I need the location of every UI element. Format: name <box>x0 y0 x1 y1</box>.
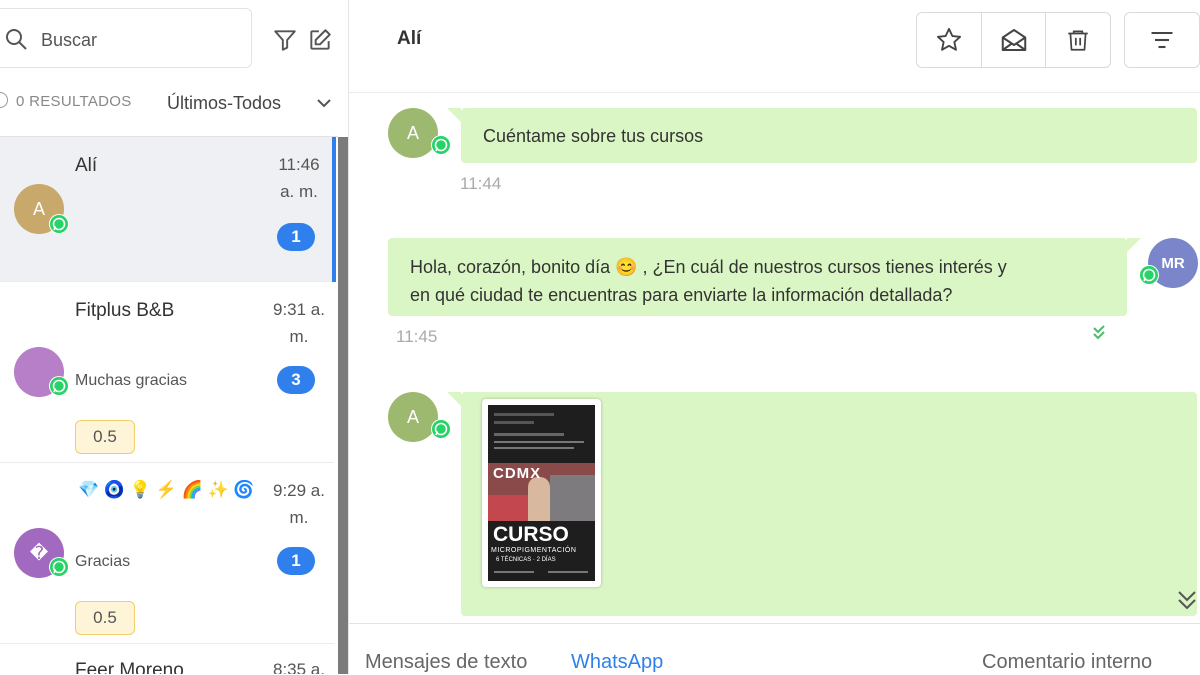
image-caption: 6 TÉCNICAS · 2 DÍAS <box>496 557 556 563</box>
select-all-checkbox[interactable] <box>0 92 8 108</box>
image-thumbnail: CDMX CURSO MICROPIGMENTACIÓN 6 TÉCNICAS … <box>488 405 595 581</box>
conversation-item[interactable]: Alí 11:46 a. m. A 1 <box>0 137 334 282</box>
conversation-time: 11:46 a. m. <box>268 151 330 205</box>
message-text: Cuéntame sobre tus cursos <box>483 126 704 146</box>
tab-internal-comment[interactable]: Comentario interno <box>982 651 1152 674</box>
bubble-tail <box>447 108 461 122</box>
time-line: 8:35 a. <box>273 660 325 674</box>
double-chevron-down-icon[interactable] <box>1176 588 1198 612</box>
message-bubble: CDMX CURSO MICROPIGMENTACIÓN 6 TÉCNICAS … <box>447 392 1197 616</box>
star-icon <box>936 27 961 51</box>
conversation-sidebar: Buscar 0 RESULTADOS Últimos-Todos Alí 11… <box>0 0 349 674</box>
contact-name: Alí <box>75 155 98 176</box>
avatar-letter: A <box>32 198 45 219</box>
bubble-tail <box>1127 238 1141 252</box>
star-button[interactable] <box>917 13 982 67</box>
tab-text-messages[interactable]: Mensajes de texto <box>365 651 527 674</box>
score-badge: 0.5 <box>75 601 135 635</box>
avatar-letter: MR <box>1161 254 1185 272</box>
search-input[interactable]: Buscar <box>41 30 97 51</box>
conversation-item[interactable]: Feer Moreno 8:35 a. <box>0 644 334 674</box>
score-badge: 0.5 <box>75 420 135 454</box>
avatar-letter: A <box>406 406 419 427</box>
whatsapp-icon <box>431 135 451 155</box>
message-line: en qué ciudad te encuentras para enviart… <box>410 285 953 305</box>
edit-icon[interactable] <box>307 27 333 53</box>
time-line: 9:29 a. <box>273 481 325 500</box>
avatar-letter: A <box>406 122 419 143</box>
time-line: 11:46 <box>278 155 320 174</box>
whatsapp-icon <box>1139 265 1159 285</box>
image-caption: MICROPIGMENTACIÓN <box>491 547 577 554</box>
bubble-tail <box>447 392 461 406</box>
image-caption: CDMX <box>493 465 542 482</box>
message-text: Hola, corazón, bonito día 😊 , ¿En cuál d… <box>410 253 1007 309</box>
sort-icon <box>1151 31 1173 49</box>
image-caption: CURSO <box>493 523 569 546</box>
sidebar-scrollbar[interactable] <box>338 137 348 674</box>
message-line: Hola, corazón, bonito día 😊 , ¿En cuál d… <box>410 257 1007 277</box>
conversation-time: 9:31 a. m. <box>268 296 330 350</box>
composer-tabs: Mensajes de texto WhatsApp Comentario in… <box>349 623 1200 675</box>
sort-button[interactable] <box>1124 12 1200 68</box>
message-preview: Muchas gracias <box>75 372 188 389</box>
contact-name: Feer Moreno <box>75 660 184 674</box>
time-line: a. m. <box>280 182 318 201</box>
double-check-icon <box>1093 325 1105 340</box>
chat-actions <box>916 12 1111 68</box>
avatar-letter: � <box>29 542 49 563</box>
whatsapp-icon <box>49 376 69 396</box>
mark-read-button[interactable] <box>982 13 1047 67</box>
time-line: m. <box>289 327 309 346</box>
filter-icon[interactable] <box>272 27 298 53</box>
unread-badge: 1 <box>277 547 315 575</box>
tab-whatsapp[interactable]: WhatsApp <box>571 651 663 674</box>
contact-name: Fitplus B&B <box>75 300 175 321</box>
conversation-time: 8:35 a. <box>268 656 330 674</box>
sort-filter-label[interactable]: Últimos-Todos <box>167 93 281 114</box>
chevron-down-icon[interactable] <box>315 96 333 110</box>
image-attachment[interactable]: CDMX CURSO MICROPIGMENTACIÓN 6 TÉCNICAS … <box>482 399 601 587</box>
chat-title: Alí <box>397 28 422 49</box>
whatsapp-icon <box>49 557 69 577</box>
results-count: 0 RESULTADOS <box>16 93 132 110</box>
conversation-time: 9:29 a. m. <box>268 477 330 531</box>
conversation-item[interactable]: Fitplus B&B 9:31 a. m. Muchas gracias 3 … <box>0 282 334 463</box>
message-time: 11:45 <box>396 327 438 346</box>
results-bar: 0 RESULTADOS Últimos-Todos <box>0 86 348 120</box>
message-bubble: Hola, corazón, bonito día 😊 , ¿En cuál d… <box>388 238 1141 316</box>
unread-badge: 1 <box>277 223 315 251</box>
unread-badge: 3 <box>277 366 315 394</box>
chat-header: Alí <box>349 0 1200 93</box>
whatsapp-icon <box>49 214 69 234</box>
whatsapp-icon <box>431 419 451 439</box>
message-bubble: Cuéntame sobre tus cursos <box>447 108 1197 163</box>
delete-button[interactable] <box>1046 13 1110 67</box>
trash-icon <box>1068 30 1088 51</box>
search-box[interactable]: Buscar <box>0 8 252 68</box>
message-time: 11:44 <box>460 174 502 193</box>
active-indicator <box>332 137 336 282</box>
message-preview: Gracias <box>75 553 131 570</box>
conversation-item[interactable]: 💎 🧿 💡 ⚡ 🌈 ✨ 🌀 9:29 a. m. � Gracias 1 0.5 <box>0 463 334 644</box>
time-line: 9:31 a. <box>273 300 325 319</box>
search-icon <box>6 29 27 50</box>
contact-name: 💎 🧿 💡 ⚡ 🌈 ✨ 🌀 <box>78 480 255 499</box>
envelope-open-icon <box>1001 29 1026 51</box>
time-line: m. <box>289 508 309 527</box>
